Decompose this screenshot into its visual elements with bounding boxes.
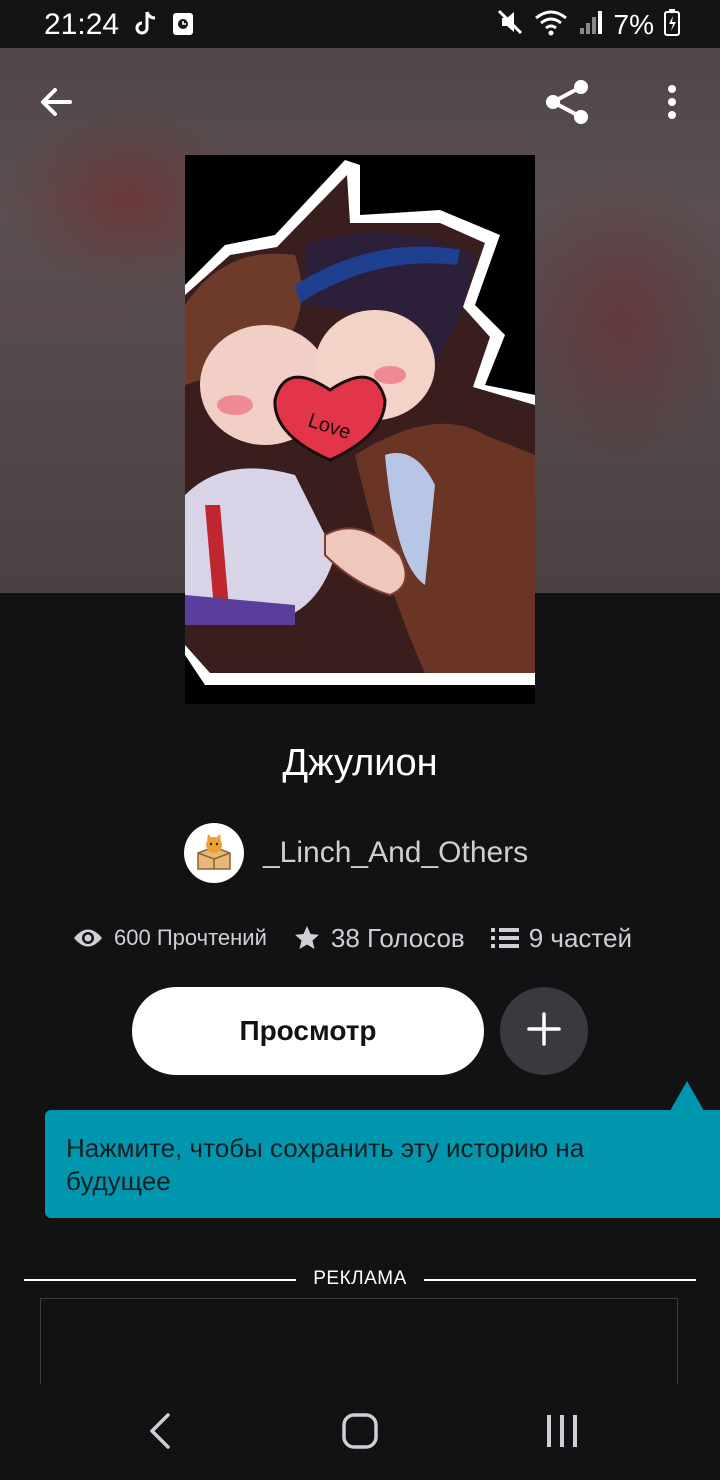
status-notification-icons (134, 10, 194, 43)
author-name: _Linch_And_Others (263, 836, 529, 869)
status-bar: 21:24 7% (0, 0, 720, 48)
story-title: Джулион (282, 742, 438, 784)
tooltip-arrow (670, 1081, 704, 1111)
status-time: 21:24 (44, 8, 120, 41)
share-icon (542, 78, 592, 131)
story-stats: 600 Прочтений 38 Голосов 9 частей (72, 915, 658, 961)
eye-icon (74, 929, 102, 947)
media-icon (172, 12, 194, 41)
more-vertical-icon (666, 84, 678, 125)
signal-icon (578, 8, 604, 41)
read-button[interactable]: Просмотр (132, 987, 484, 1075)
cat-in-box-icon (197, 834, 231, 870)
nav-back-button[interactable] (130, 1405, 190, 1461)
nav-home-button[interactable] (330, 1405, 390, 1461)
nav-recents-button[interactable] (532, 1405, 592, 1461)
votes-count: 38 Голосов (330, 922, 465, 953)
story-cover[interactable]: Love (185, 155, 535, 704)
author-link[interactable]: _Linch_And_Others (184, 823, 528, 883)
votes-stat: 38 Голосов (293, 923, 465, 954)
parts-stat: 9 частей (490, 922, 633, 954)
tiktok-icon (134, 10, 158, 43)
mute-icon (496, 8, 524, 41)
reads-stat: 600 Прочтений (72, 925, 267, 951)
tooltip-text: Нажмите, чтобы сохранить эту историю на … (66, 1133, 585, 1196)
ad-container[interactable] (40, 1298, 678, 1384)
list-icon (490, 928, 519, 948)
reads-count: 600 Прочтений (114, 925, 267, 950)
author-avatar (184, 823, 244, 883)
cover-illustration: Love (185, 155, 535, 704)
battery-icon (664, 8, 680, 41)
save-story-tooltip[interactable]: Нажмите, чтобы сохранить эту историю на … (45, 1110, 720, 1218)
more-options-button[interactable] (646, 78, 698, 130)
recents-icon (545, 1413, 579, 1454)
home-icon (341, 1412, 379, 1455)
battery-percent: 7% (613, 8, 654, 40)
ad-label: РЕКЛАМА (313, 1268, 407, 1289)
wifi-icon (534, 8, 568, 41)
parts-count: 9 частей (528, 922, 633, 953)
status-system-icons: 7% (496, 8, 680, 41)
star-icon (294, 926, 319, 949)
back-arrow-icon (38, 84, 74, 125)
back-button[interactable] (30, 78, 82, 130)
back-chevron-icon (148, 1412, 172, 1455)
add-to-library-button[interactable] (500, 987, 588, 1075)
plus-icon (527, 1011, 561, 1051)
share-button[interactable] (541, 78, 593, 130)
